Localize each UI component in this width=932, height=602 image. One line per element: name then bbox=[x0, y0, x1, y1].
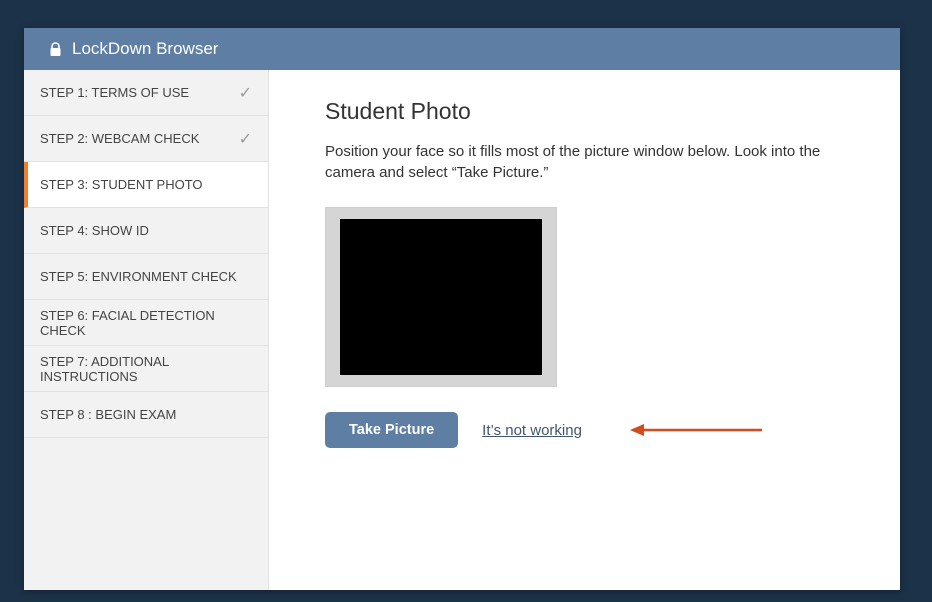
page-title: Student Photo bbox=[325, 98, 844, 125]
sidebar-item-label: STEP 4: SHOW ID bbox=[40, 223, 149, 238]
arrow-annotation-icon bbox=[630, 423, 764, 437]
sidebar-item-step-7[interactable]: STEP 7: ADDITIONAL INSTRUCTIONS bbox=[24, 346, 268, 392]
camera-feed bbox=[340, 219, 542, 375]
sidebar-item-label: STEP 7: ADDITIONAL INSTRUCTIONS bbox=[40, 354, 252, 384]
sidebar-item-label: STEP 8 : BEGIN EXAM bbox=[40, 407, 176, 422]
sidebar-item-step-5[interactable]: STEP 5: ENVIRONMENT CHECK bbox=[24, 254, 268, 300]
sidebar-item-label: STEP 5: ENVIRONMENT CHECK bbox=[40, 269, 237, 284]
app-title: LockDown Browser bbox=[72, 39, 218, 59]
sidebar-item-step-6[interactable]: STEP 6: FACIAL DETECTION CHECK bbox=[24, 300, 268, 346]
titlebar: LockDown Browser bbox=[24, 28, 900, 70]
sidebar-item-step-1[interactable]: STEP 1: TERMS OF USE ✓ bbox=[24, 70, 268, 116]
lock-icon bbox=[49, 42, 62, 57]
sidebar-item-label: STEP 2: WEBCAM CHECK bbox=[40, 131, 199, 146]
check-icon: ✓ bbox=[239, 83, 252, 103]
actions-row: Take Picture It’s not working bbox=[325, 412, 844, 448]
sidebar-item-label: STEP 6: FACIAL DETECTION CHECK bbox=[40, 308, 252, 338]
sidebar-item-step-2[interactable]: STEP 2: WEBCAM CHECK ✓ bbox=[24, 116, 268, 162]
app-window: LockDown Browser STEP 1: TERMS OF USE ✓ … bbox=[24, 28, 900, 590]
sidebar-item-label: STEP 1: TERMS OF USE bbox=[40, 85, 189, 100]
window-body: STEP 1: TERMS OF USE ✓ STEP 2: WEBCAM CH… bbox=[24, 70, 900, 590]
camera-frame bbox=[325, 207, 557, 387]
sidebar: STEP 1: TERMS OF USE ✓ STEP 2: WEBCAM CH… bbox=[24, 70, 269, 590]
sidebar-filler bbox=[24, 438, 268, 590]
main-content: Student Photo Position your face so it f… bbox=[269, 70, 900, 590]
sidebar-item-step-3[interactable]: STEP 3: STUDENT PHOTO bbox=[24, 162, 268, 208]
check-icon: ✓ bbox=[239, 129, 252, 149]
instructions-text: Position your face so it fills most of t… bbox=[325, 141, 825, 183]
sidebar-item-label: STEP 3: STUDENT PHOTO bbox=[40, 177, 203, 192]
not-working-link[interactable]: It’s not working bbox=[482, 422, 582, 439]
sidebar-item-step-8[interactable]: STEP 8 : BEGIN EXAM bbox=[24, 392, 268, 438]
sidebar-item-step-4[interactable]: STEP 4: SHOW ID bbox=[24, 208, 268, 254]
take-picture-button[interactable]: Take Picture bbox=[325, 412, 458, 448]
